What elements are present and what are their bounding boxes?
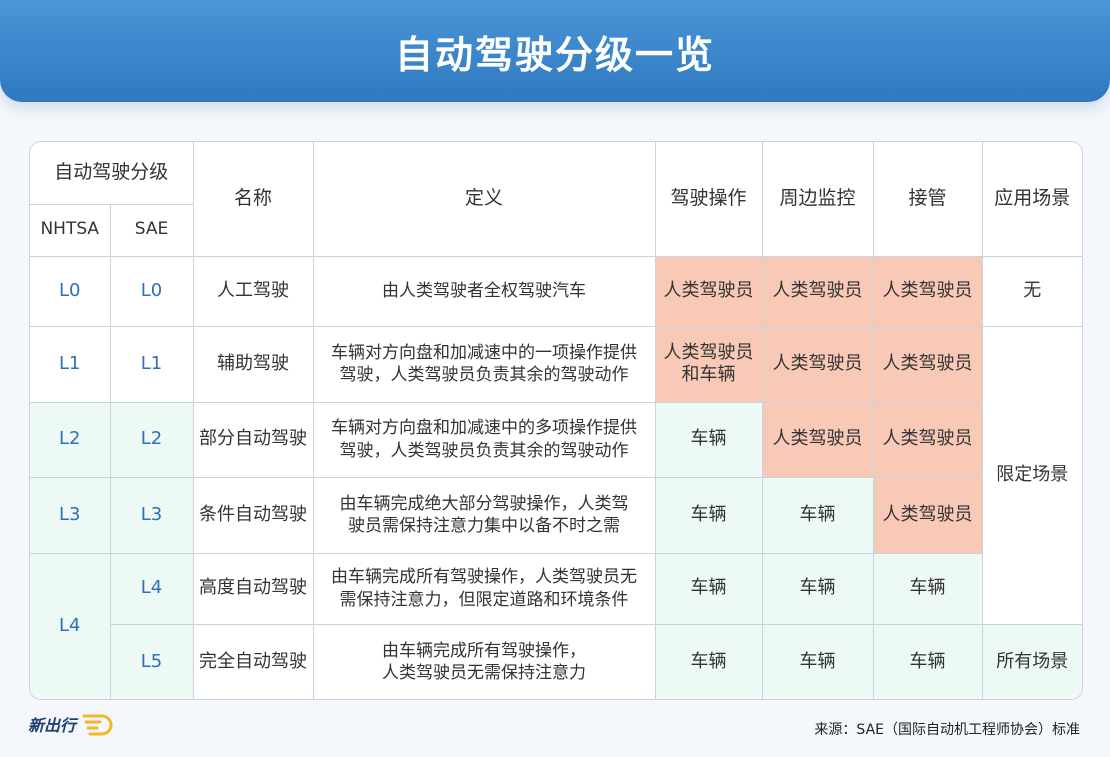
drive-cell: 车辆 — [654, 401, 763, 478]
drive-cell: 人类驾驶员 和车辆 — [654, 325, 763, 403]
takeover-cell: 车辆 — [872, 623, 983, 699]
table-row: L2 L2 部分自动驾驶 车辆对方向盘和加减速中的多项操作提供 驾驶，人类驾驶员… — [30, 401, 1082, 478]
monitor-cell: 车辆 — [761, 623, 874, 699]
table-row: L4 L4 高度自动驾驶 由车辆完成所有驾驶操作，人类驾驶员无 需保持注意力，但… — [30, 552, 1082, 699]
name-cell: 条件自动驾驶 — [192, 476, 314, 554]
nhtsa-cell: L4 — [30, 552, 111, 699]
name-cell: 部分自动驾驶 — [192, 401, 314, 478]
sae-cell: L0 — [109, 255, 194, 327]
monitor-cell: 车辆 — [761, 552, 874, 625]
header-scenario: 应用场景 — [981, 142, 1082, 257]
page-title: 自动驾驶分级一览 — [394, 32, 715, 77]
drive-cell: 车辆 — [654, 552, 763, 625]
name-cell: 完全自动驾驶 — [192, 623, 314, 699]
drive-cell: 车辆 — [654, 476, 763, 554]
definition-cell: 由车辆完成所有驾驶操作，人类驾驶员无 需保持注意力，但限定道路和环境条件 — [312, 552, 656, 625]
definition-cell: 车辆对方向盘和加减速中的一项操作提供 驾驶，人类驾驶员负责其余的驾驶动作 — [312, 325, 656, 403]
nhtsa-cell: L3 — [30, 476, 111, 554]
definition-cell: 由人类驾驶者全权驾驶汽车 — [312, 255, 656, 327]
table-row: L0 L0 人工驾驶 由人类驾驶者全权驾驶汽车 人类驾驶员 人类驾驶员 人类驾驶… — [30, 255, 1082, 327]
scenario-cell: 无 — [981, 255, 1082, 327]
name-cell: 辅助驾驶 — [192, 325, 314, 403]
takeover-cell: 人类驾驶员 — [872, 401, 983, 478]
sae-cell: L5 — [110, 623, 194, 699]
definition-cell: 车辆对方向盘和加减速中的多项操作提供 驾驶，人类驾驶员负责其余的驾驶动作 — [312, 401, 656, 478]
scenario-cell: 限定场景 — [981, 325, 1082, 624]
sae-cell: L4 — [109, 552, 194, 625]
name-cell: 高度自动驾驶 — [192, 552, 314, 625]
brand-logo-text: 新出行 — [28, 716, 77, 735]
table-row: L5 完全自动驾驶 由车辆完成所有驾驶操作， 人类驾驶员无需保持注意力 车辆 车… — [30, 623, 1082, 699]
header-level-group: 自动驾驶分级 — [30, 142, 194, 205]
title-banner: 自动驾驶分级一览 — [0, 0, 1110, 102]
header-takeover: 接管 — [872, 142, 983, 257]
header-sae: SAE — [109, 203, 194, 257]
brand-logo-icon — [82, 714, 113, 736]
monitor-cell: 人类驾驶员 — [761, 325, 874, 403]
header-definition: 定义 — [312, 142, 656, 257]
brand-logo: 新出行 — [28, 712, 116, 736]
sae-cell: L3 — [109, 476, 194, 554]
table-row: L3 L3 条件自动驾驶 由车辆完成绝大部分驾驶操作，人类驾 驶员需保持注意力集… — [30, 476, 1082, 554]
scenario-cell: 所有场景 — [981, 623, 1082, 699]
nhtsa-cell: L0 — [30, 255, 111, 327]
header-monitor: 周边监控 — [761, 142, 874, 257]
takeover-cell: 人类驾驶员 — [872, 325, 983, 403]
definition-cell: 由车辆完成所有驾驶操作， 人类驾驶员无需保持注意力 — [312, 623, 656, 699]
name-cell: 人工驾驶 — [192, 255, 314, 327]
levels-table: 自动驾驶分级 名称 定义 驾驶操作 周边监控 接管 应用场景 NHTSA SAE… — [29, 141, 1083, 700]
takeover-cell: 人类驾驶员 — [872, 476, 983, 554]
sae-cell: L2 — [109, 401, 194, 478]
takeover-cell: 车辆 — [872, 552, 983, 625]
header-nhtsa: NHTSA — [30, 203, 111, 257]
takeover-cell: 人类驾驶员 — [872, 255, 983, 327]
monitor-cell: 人类驾驶员 — [761, 255, 874, 327]
source-note: 来源：SAE（国际自动机工程师协会）标准 — [814, 722, 1080, 738]
header-name: 名称 — [192, 142, 314, 257]
nhtsa-cell: L1 — [30, 325, 111, 403]
monitor-cell: 人类驾驶员 — [761, 401, 874, 478]
table-row: L1 L1 辅助驾驶 车辆对方向盘和加减速中的一项操作提供 驾驶，人类驾驶员负责… — [30, 325, 1082, 624]
monitor-cell: 车辆 — [761, 476, 874, 554]
definition-cell: 由车辆完成绝大部分驾驶操作，人类驾 驶员需保持注意力集中以备不时之需 — [312, 476, 656, 554]
drive-cell: 车辆 — [654, 623, 763, 699]
drive-cell: 人类驾驶员 — [654, 255, 763, 327]
header-drive: 驾驶操作 — [654, 142, 763, 257]
sae-cell: L1 — [109, 325, 194, 403]
nhtsa-cell: L2 — [30, 401, 111, 478]
